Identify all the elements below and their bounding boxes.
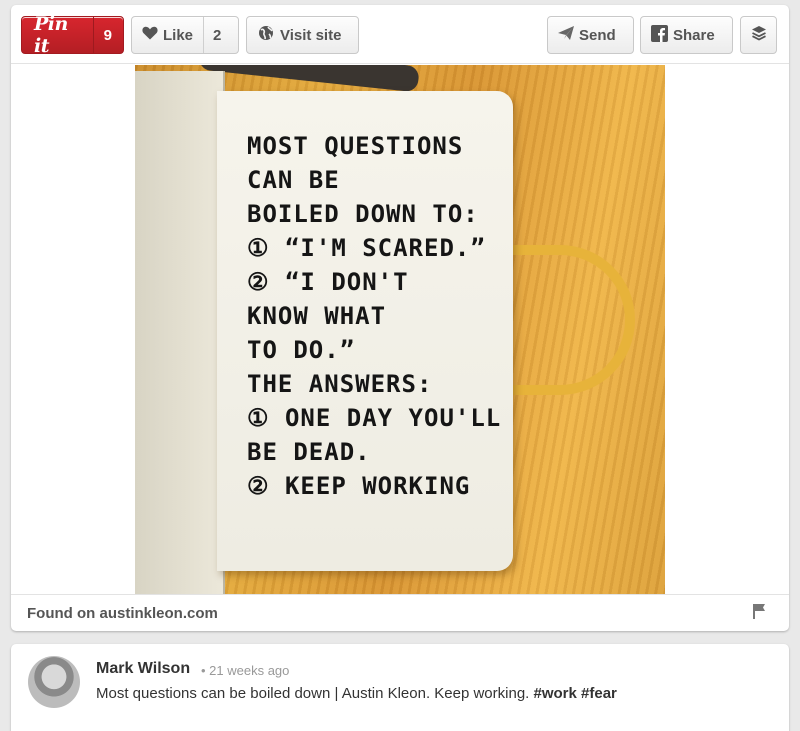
timestamp: • 21 weeks ago (201, 663, 290, 678)
pin-count: 9 (103, 26, 112, 44)
facebook-icon (651, 24, 668, 46)
pin-card: Pin it 9 Like 2 Visit site Send Share MO… (11, 5, 789, 631)
note-line: BOILED DOWN TO: (247, 200, 479, 228)
description-text: Most questions can be boiled down | Aust… (96, 685, 534, 702)
note-line: KNOW WHAT (247, 302, 387, 330)
share-button[interactable]: Share (640, 16, 733, 54)
note-line: MOST QUESTIONS (247, 132, 464, 160)
send-button[interactable]: Send (547, 16, 634, 54)
flag-icon[interactable] (752, 603, 766, 624)
hashtags[interactable]: #work #fear (534, 685, 617, 702)
notebook-left-page (135, 71, 225, 594)
note-line: ① “I'M SCARED.” (247, 234, 486, 262)
share-label: Share (673, 26, 715, 44)
share-segment: Share (641, 17, 725, 53)
pin-it-label: Pin it (34, 13, 68, 57)
avatar[interactable] (28, 656, 80, 708)
note-line: THE ANSWERS: (247, 370, 433, 398)
note-line: ② KEEP WORKING (247, 472, 471, 500)
pin-toolbar: Pin it 9 Like 2 Visit site Send Share (11, 5, 789, 63)
send-segment: Send (548, 17, 626, 53)
like-button[interactable]: Like 2 (131, 16, 239, 54)
more-options-button[interactable] (740, 16, 777, 54)
heart-icon (142, 26, 158, 44)
pin-image[interactable]: MOST QUESTIONS CAN BE BOILED DOWN TO: ① “I… (135, 65, 665, 594)
like-segment: Like (132, 17, 203, 53)
paper-plane-icon (558, 26, 574, 44)
note-line: ① ONE DAY YOU'LL (247, 404, 502, 432)
author-name[interactable]: Mark Wilson (96, 660, 190, 678)
note-line: ② “I DON'T (247, 268, 409, 296)
visit-segment: Visit site (247, 17, 351, 53)
pin-description: Most questions can be boiled down | Aust… (96, 685, 617, 702)
divider (11, 63, 789, 64)
note-line: BE DEAD. (247, 438, 371, 466)
note-line: CAN BE (247, 166, 340, 194)
pin-it-button[interactable]: Pin it 9 (21, 13, 124, 57)
visit-site-button[interactable]: Visit site (246, 16, 359, 54)
handwritten-note: MOST QUESTIONS CAN BE BOILED DOWN TO: ① “I… (247, 129, 517, 503)
divider (11, 594, 789, 595)
like-count: 2 (213, 26, 222, 44)
globe-icon (257, 25, 275, 45)
like-label: Like (163, 26, 194, 44)
send-label: Send (579, 26, 616, 44)
layers-icon (751, 25, 767, 45)
description-card: Mark Wilson • 21 weeks ago Most question… (11, 644, 789, 731)
visit-label: Visit site (280, 26, 342, 44)
found-on-link[interactable]: Found on austinkleon.com (27, 605, 218, 622)
note-line: TO DO.” (247, 336, 356, 364)
